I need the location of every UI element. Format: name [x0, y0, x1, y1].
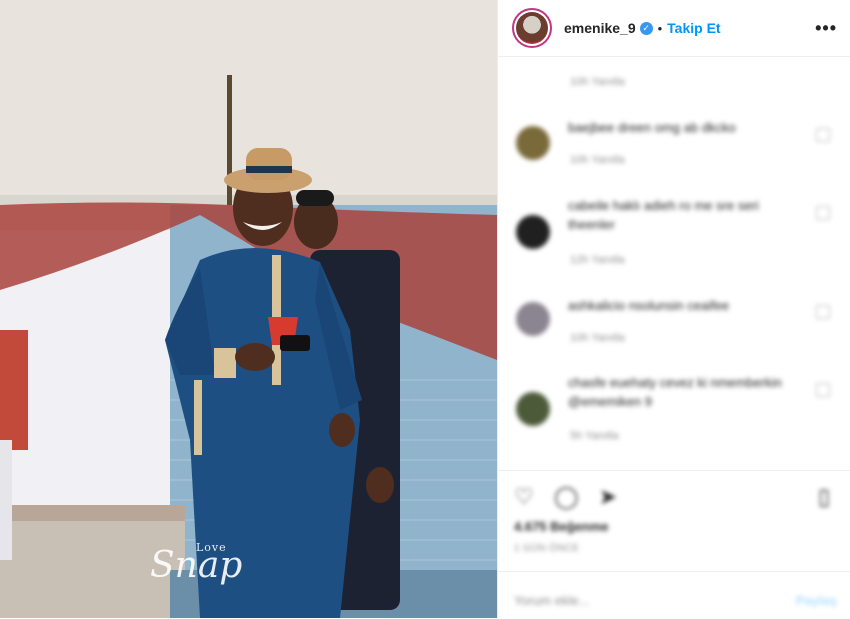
comment-text: cabeile haklı adieh ro me sre seri theen… [568, 198, 759, 232]
comment-avatar[interactable] [516, 302, 550, 336]
like-comment-heart-icon[interactable] [816, 383, 830, 397]
comment-meta[interactable]: 12h Yanıtla [570, 254, 625, 266]
comment-text: baejbee dreen omg ab dkcko [568, 120, 736, 135]
comment-avatar[interactable] [516, 392, 550, 426]
like-comment-heart-icon[interactable] [816, 206, 830, 220]
like-comment-heart-icon[interactable] [816, 305, 830, 319]
like-comment-heart-icon[interactable] [816, 128, 830, 142]
comment-meta[interactable]: 10h Yanıtla [570, 154, 625, 166]
comment-text: chasfe euehaty cevez ki nmemberkin @emem… [568, 375, 782, 409]
watermark-small-text: Love [196, 541, 227, 554]
separator-dot: • [657, 20, 663, 36]
verified-badge-icon: ✓ [639, 21, 653, 35]
avatar-image [516, 12, 548, 44]
comment-meta[interactable]: 10h Yanıtla [570, 332, 625, 344]
follow-button[interactable]: Takip Et [667, 20, 720, 36]
caption-meta: 10h Yanıtla [570, 76, 625, 88]
share-icon[interactable]: ➤ [596, 485, 620, 509]
username-link[interactable]: emenike_9 [564, 20, 636, 36]
comment-avatar[interactable] [516, 215, 550, 249]
user-avatar[interactable] [512, 8, 552, 48]
divider [498, 571, 850, 572]
more-options-icon[interactable]: ••• [815, 18, 837, 39]
post-comment-button[interactable]: Paylaş [796, 593, 837, 608]
post-photo[interactable]: Love Snap [0, 0, 497, 618]
bookmark-icon[interactable]: ▯ [812, 485, 836, 509]
post-time: 1 GÜN ÖNCE [514, 543, 580, 554]
comment-avatar[interactable] [516, 126, 550, 160]
post-side-panel: emenike_9 ✓ • Takip Et ••• 10h Yanıtla b… [497, 0, 850, 618]
comment-text: ashkalicio nsolunsin ceaifee [568, 298, 730, 313]
photo-scene [0, 0, 497, 618]
heart-icon[interactable]: ♡ [512, 485, 536, 509]
photographer-watermark: Love Snap [150, 541, 242, 586]
comment-icon[interactable]: ◯ [554, 485, 579, 509]
comment-input[interactable]: Yorum ekle... [514, 593, 589, 608]
post-actions: ♡ ◯ ➤ ▯ 4.675 Beğenme 1 GÜN ÖNCE Yorum e… [498, 470, 850, 619]
likes-count[interactable]: 4.675 Beğenme [514, 519, 609, 534]
post-header: emenike_9 ✓ • Takip Et ••• [498, 0, 850, 57]
comment-meta[interactable]: 5h Yanıtla [570, 430, 619, 442]
